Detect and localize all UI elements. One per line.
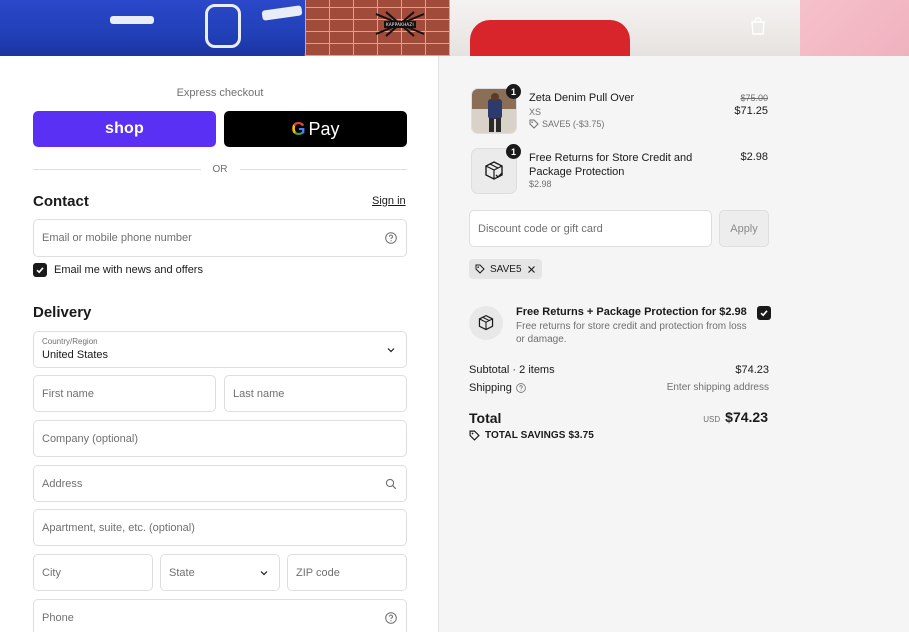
last-name-placeholder: Last name — [233, 387, 285, 400]
express-checkout-label: Express checkout — [176, 87, 264, 99]
protection-checkbox[interactable] — [757, 306, 771, 320]
first-name-placeholder: First name — [42, 387, 94, 400]
help-circle-icon[interactable] — [385, 611, 397, 624]
item-variant: $2.98 — [529, 179, 552, 189]
zip-field[interactable]: ZIP code — [287, 554, 407, 591]
zip-placeholder: ZIP code — [296, 566, 340, 579]
checkmark-icon — [760, 310, 768, 317]
protection-description: Free returns for store credit and protec… — [516, 321, 747, 345]
country-label: Country/Region — [42, 337, 98, 346]
item-price: $71.25 — [734, 105, 768, 117]
applied-discount-chip: SAVE5 — [469, 259, 542, 279]
shipping-value: Enter shipping address — [666, 382, 769, 393]
total-label: Total — [469, 410, 502, 426]
tag-icon — [469, 430, 480, 441]
close-icon[interactable] — [527, 265, 536, 274]
total-amount: $74.23 — [725, 409, 768, 425]
state-select[interactable]: State — [160, 554, 280, 591]
or-label: OR — [212, 163, 228, 175]
total-savings-label: TOTAL SAVINGS $3.75 — [485, 430, 594, 441]
subtotal-label: Subtotal · 2 items — [469, 364, 555, 376]
company-field[interactable]: Company (optional) — [33, 420, 407, 457]
subtotal-row: Subtotal · 2 items $74.23 — [469, 364, 769, 376]
item-discount-code: SAVE5 (-$3.75) — [542, 119, 605, 129]
protection-title: Free Returns + Package Protection for $2… — [516, 306, 747, 318]
discount-placeholder: Discount code or gift card — [478, 222, 603, 235]
shipping-row: Shipping Enter shipping address — [469, 382, 769, 394]
apply-discount-button[interactable]: Apply — [719, 210, 769, 247]
help-circle-icon[interactable] — [515, 383, 526, 393]
package-icon — [485, 161, 503, 180]
tag-icon — [475, 264, 485, 274]
total-savings: TOTAL SAVINGS $3.75 — [469, 430, 594, 441]
chevron-down-icon — [260, 570, 268, 575]
applied-discount-code: SAVE5 — [490, 263, 522, 275]
shop-pay-label: shop — [104, 120, 145, 137]
package-protection-option[interactable]: Free Returns + Package Protection for $2… — [469, 304, 771, 348]
phone-placeholder: Phone — [42, 611, 74, 624]
email-field[interactable]: Email or mobile phone number — [33, 219, 407, 257]
order-summary: 1 Zeta Denim Pull Over XS SAVE5 (-$3.75)… — [438, 56, 909, 632]
state-placeholder: State — [169, 566, 195, 579]
tag-icon — [529, 119, 539, 129]
item-name: Zeta Denim Pull Over — [529, 92, 635, 104]
company-placeholder: Company (optional) — [42, 432, 138, 445]
email-opt-in[interactable]: Email me with news and offers — [33, 263, 203, 277]
google-g-icon: G — [291, 118, 306, 139]
item-discount: SAVE5 (-$3.75) — [529, 119, 604, 129]
item-variant: XS — [529, 107, 542, 117]
city-field[interactable]: City — [33, 554, 153, 591]
google-pay-button[interactable]: G Pay — [224, 111, 407, 147]
apartment-field[interactable]: Apartment, suite, etc. (optional) — [33, 509, 407, 546]
item-name: Free Returns for Store Credit and Packag… — [529, 152, 693, 178]
package-icon — [478, 314, 494, 331]
country-value: United States — [42, 349, 109, 361]
quantity-badge: 1 — [506, 84, 521, 99]
total-value: USD $74.23 — [703, 409, 768, 425]
search-icon — [385, 478, 397, 489]
subtotal-value: $74.23 — [735, 364, 769, 376]
help-circle-icon[interactable] — [385, 232, 397, 244]
shop-pay-button[interactable]: shop — [33, 111, 216, 147]
banner-image-jacket — [0, 0, 320, 56]
chevron-down-icon — [387, 347, 395, 352]
email-placeholder: Email or mobile phone number — [42, 232, 192, 244]
item-price: $2.98 — [740, 151, 768, 163]
city-placeholder: City — [42, 566, 61, 579]
protection-icon-circle — [469, 306, 503, 340]
contact-heading: Contact — [33, 193, 89, 210]
currency-code: USD — [703, 415, 721, 424]
phone-field[interactable]: Phone — [33, 599, 407, 632]
discount-code-input[interactable]: Discount code or gift card — [469, 210, 712, 247]
checkmark-icon — [36, 267, 44, 274]
email-opt-in-label: Email me with news and offers — [54, 264, 203, 276]
google-pay-label: Pay — [308, 118, 340, 139]
item-original-price: $75.00 — [740, 93, 768, 103]
country-select[interactable]: Country/Region United States — [33, 331, 407, 368]
address-field[interactable]: Address — [33, 465, 407, 502]
header-banner: KAPPAKHAZI — [0, 0, 909, 56]
or-divider: OR — [33, 162, 407, 176]
email-opt-in-checkbox[interactable] — [33, 263, 47, 277]
shopping-bag-icon[interactable] — [750, 17, 766, 35]
logo-text: KAPPAKHAZI — [384, 20, 416, 28]
store-logo[interactable]: KAPPAKHAZI — [372, 10, 428, 38]
quantity-badge: 1 — [506, 144, 521, 159]
checkout-form: Express checkout shop G Pay OR Contact S… — [0, 56, 438, 632]
shipping-label: Shipping — [469, 382, 512, 394]
delivery-heading: Delivery — [33, 304, 92, 321]
sign-in-link[interactable]: Sign in — [372, 195, 406, 207]
last-name-field[interactable]: Last name — [224, 375, 407, 412]
address-placeholder: Address — [42, 477, 83, 490]
apartment-placeholder: Apartment, suite, etc. (optional) — [42, 521, 195, 534]
first-name-field[interactable]: First name — [33, 375, 216, 412]
